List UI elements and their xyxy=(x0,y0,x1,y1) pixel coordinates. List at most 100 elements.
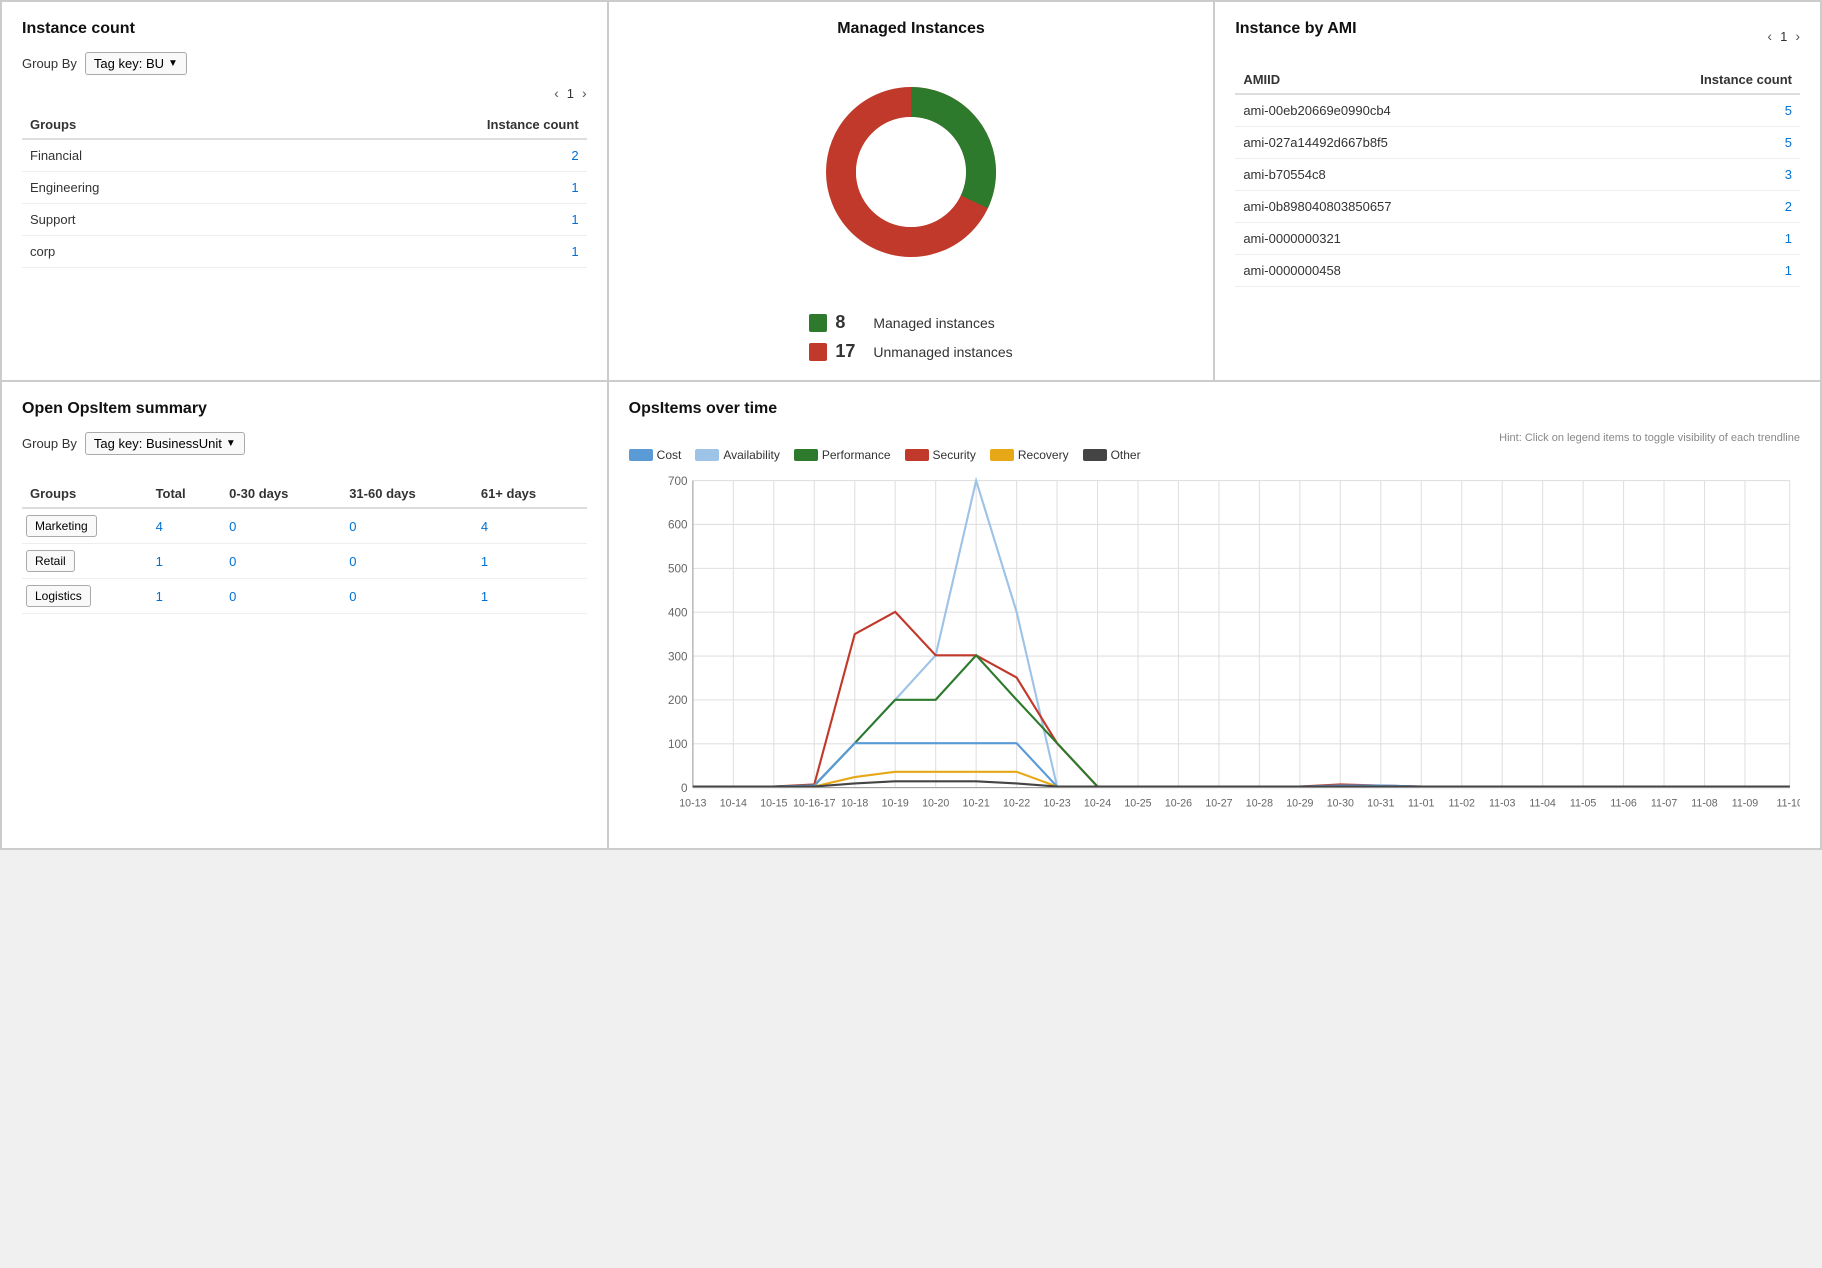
ops-3160-cell[interactable]: 0 xyxy=(341,579,473,614)
ami-table: AMIID Instance count ami-00eb20669e0990c… xyxy=(1235,66,1800,287)
ami-count-cell[interactable]: 5 xyxy=(1576,94,1800,127)
ops-col-61plus: 61+ days xyxy=(473,480,587,508)
svg-text:10-31: 10-31 xyxy=(1367,798,1394,810)
table-row: Logistics 1 0 0 1 xyxy=(22,579,587,614)
group-name-cell: Support xyxy=(22,204,272,236)
chart-legend-item[interactable]: Other xyxy=(1083,448,1141,462)
legend-color-box xyxy=(1083,449,1107,461)
ops-group-button[interactable]: Marketing xyxy=(26,515,97,537)
legend-color-box xyxy=(990,449,1014,461)
group-name-cell: corp xyxy=(22,236,272,268)
table-row: Financial 2 xyxy=(22,139,587,172)
ami-id-cell: ami-00eb20669e0990cb4 xyxy=(1235,94,1576,127)
svg-text:11-02: 11-02 xyxy=(1448,798,1475,810)
svg-text:11-08: 11-08 xyxy=(1691,798,1718,810)
chart-legend-item[interactable]: Cost xyxy=(629,448,682,462)
svg-text:11-10: 11-10 xyxy=(1776,798,1800,810)
svg-text:10-15: 10-15 xyxy=(760,798,787,810)
ops-030-cell[interactable]: 0 xyxy=(221,508,341,544)
unmanaged-count: 17 xyxy=(835,341,865,362)
chart-legend-item[interactable]: Performance xyxy=(794,448,891,462)
count-cell[interactable]: 2 xyxy=(272,139,587,172)
svg-text:11-01: 11-01 xyxy=(1408,798,1435,810)
ops-61plus-cell[interactable]: 1 xyxy=(473,544,587,579)
svg-text:10-14: 10-14 xyxy=(719,798,746,810)
ops-3160-cell[interactable]: 0 xyxy=(341,508,473,544)
ops-total-cell[interactable]: 4 xyxy=(148,508,222,544)
svg-text:10-21: 10-21 xyxy=(962,798,989,810)
ops-group-button[interactable]: Logistics xyxy=(26,585,91,607)
recovery-line xyxy=(693,772,1790,787)
ami-title: Instance by AMI xyxy=(1235,20,1356,38)
ami-next-button[interactable]: › xyxy=(1795,28,1800,44)
table-row: Support 1 xyxy=(22,204,587,236)
svg-text:100: 100 xyxy=(668,738,688,751)
ops-total-cell[interactable]: 1 xyxy=(148,579,222,614)
table-row: ami-b70554c8 3 xyxy=(1235,159,1800,191)
opsitem-chevron-down-icon: ▼ xyxy=(226,438,236,449)
ops-61plus-cell[interactable]: 1 xyxy=(473,579,587,614)
next-page-button[interactable]: › xyxy=(582,85,587,101)
svg-text:11-09: 11-09 xyxy=(1731,798,1758,810)
instance-by-ami-panel: Instance by AMI ‹ 1 › AMIID Instance cou… xyxy=(1214,1,1821,381)
chart-legend-item[interactable]: Security xyxy=(905,448,976,462)
svg-text:10-16-17: 10-16-17 xyxy=(793,798,836,810)
ami-count-cell[interactable]: 5 xyxy=(1576,127,1800,159)
ami-prev-button[interactable]: ‹ xyxy=(1767,28,1772,44)
instance-count-title: Instance count xyxy=(22,20,587,38)
ami-id-cell: ami-0000000321 xyxy=(1235,223,1576,255)
svg-text:10-26: 10-26 xyxy=(1165,798,1192,810)
count-cell[interactable]: 1 xyxy=(272,236,587,268)
ops-total-cell[interactable]: 1 xyxy=(148,544,222,579)
group-by-label: Group By xyxy=(22,56,77,71)
table-row: Marketing 4 0 0 4 xyxy=(22,508,587,544)
svg-text:10-22: 10-22 xyxy=(1003,798,1030,810)
count-cell[interactable]: 1 xyxy=(272,172,587,204)
opsitem-title: Open OpsItem summary xyxy=(22,400,587,418)
ami-count-cell[interactable]: 1 xyxy=(1576,255,1800,287)
ami-id-cell: ami-027a14492d667b8f5 xyxy=(1235,127,1576,159)
legend-color-box xyxy=(695,449,719,461)
ami-count-cell[interactable]: 2 xyxy=(1576,191,1800,223)
ami-count-cell[interactable]: 3 xyxy=(1576,159,1800,191)
ami-col-amiid: AMIID xyxy=(1235,66,1576,94)
ami-col-count: Instance count xyxy=(1576,66,1800,94)
ops-030-cell[interactable]: 0 xyxy=(221,544,341,579)
chart-legend-item[interactable]: Availability xyxy=(695,448,779,462)
managed-legend-item: 8 Managed instances xyxy=(809,312,1012,333)
svg-text:300: 300 xyxy=(668,650,688,663)
table-row: ami-027a14492d667b8f5 5 xyxy=(1235,127,1800,159)
ops-030-cell[interactable]: 0 xyxy=(221,579,341,614)
opsitem-group-by-label: Group By xyxy=(22,436,77,451)
prev-page-button[interactable]: ‹ xyxy=(554,85,559,101)
group-name-cell: Engineering xyxy=(22,172,272,204)
ops-col-groups: Groups xyxy=(22,480,148,508)
svg-text:200: 200 xyxy=(668,694,688,707)
chart-legend-item[interactable]: Recovery xyxy=(990,448,1069,462)
ops-61plus-cell[interactable]: 4 xyxy=(473,508,587,544)
svg-text:600: 600 xyxy=(668,519,688,532)
ami-count-cell[interactable]: 1 xyxy=(1576,223,1800,255)
group-name-cell: Financial xyxy=(22,139,272,172)
ops-group-cell: Retail xyxy=(22,544,148,579)
ami-id-cell: ami-0b898040803850657 xyxy=(1235,191,1576,223)
ops-group-button[interactable]: Retail xyxy=(26,550,75,572)
col-instance-count: Instance count xyxy=(272,111,587,139)
count-cell[interactable]: 1 xyxy=(272,204,587,236)
opsitems-chart-svg: 700 600 500 400 300 200 100 0 10-13 10-1… xyxy=(629,470,1800,830)
opsitem-group-by-dropdown[interactable]: Tag key: BusinessUnit ▼ xyxy=(85,432,245,455)
legend-label: Other xyxy=(1111,448,1141,462)
pagination-row: ‹ 1 › xyxy=(22,85,587,101)
opsitems-over-time-panel: OpsItems over time Hint: Click on legend… xyxy=(608,381,1821,849)
donut-svg xyxy=(811,72,1011,272)
group-by-dropdown[interactable]: Tag key: BU ▼ xyxy=(85,52,187,75)
svg-text:10-25: 10-25 xyxy=(1124,798,1151,810)
page-number: 1 xyxy=(567,86,574,101)
managed-label: Managed instances xyxy=(873,315,994,331)
table-row: ami-0000000458 1 xyxy=(1235,255,1800,287)
donut-chart xyxy=(811,72,1011,272)
legend-label: Security xyxy=(933,448,976,462)
svg-text:10-18: 10-18 xyxy=(841,798,868,810)
table-row: corp 1 xyxy=(22,236,587,268)
ops-3160-cell[interactable]: 0 xyxy=(341,544,473,579)
